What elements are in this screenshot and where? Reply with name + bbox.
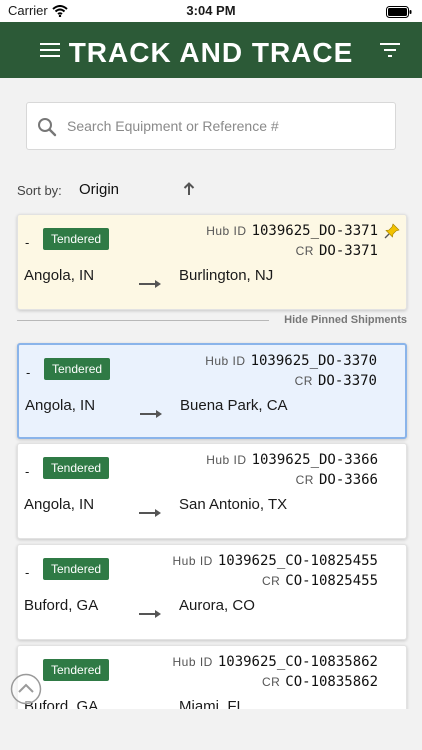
app-header: TRACK AND TRACE [0, 22, 422, 78]
hub-id-label: Hub ID [206, 453, 247, 467]
hub-id-label: Hub ID [206, 224, 247, 238]
cr-value: DO-3370 [317, 373, 377, 389]
cr-line: CR CO-10825455 [262, 572, 378, 589]
search-input[interactable] [67, 103, 387, 149]
cr-line: CR DO-3366 [296, 471, 378, 488]
hub-id-line: Hub ID 1039625_CO-10825455 [172, 552, 378, 569]
origin-city: Angola, IN [24, 267, 95, 284]
shipment-card[interactable]: - Tendered Hub ID 1039625_CO-10825455 CR C… [17, 544, 407, 640]
cr-value: DO-3366 [318, 472, 378, 488]
hub-id-line: Hub ID 1039625_DO-3366 [206, 451, 378, 468]
cr-label: CR [294, 374, 313, 388]
sort-arrow-icon[interactable] [183, 182, 195, 201]
shipment-card[interactable]: - Tendered Hub ID 1039625_DO-3366 CR DO-33… [17, 443, 407, 539]
hub-id-value: 1039625_CO-10835862 [217, 654, 378, 670]
bottom-safe-area [0, 709, 422, 750]
hub-id-value: 1039625_DO-3371 [251, 223, 378, 239]
destination-city: San Antonio, TX [179, 496, 288, 513]
search-box [26, 102, 396, 150]
status-badge: Tendered [43, 659, 110, 681]
destination-city: Aurora, CO [179, 597, 255, 614]
origin-city: Angola, IN [25, 397, 96, 414]
status-badge: Tendered [43, 457, 110, 479]
route-arrow-icon [140, 406, 164, 424]
cr-label: CR [295, 473, 314, 487]
card-dash: - [25, 235, 30, 250]
hub-id-value: 1039625_DO-3366 [251, 452, 378, 468]
origin-city: Buford, GA [24, 597, 99, 614]
hub-id-line: Hub ID 1039625_CO-10835862 [172, 653, 378, 670]
hub-id-line: Hub ID 1039625_DO-3371 [206, 222, 378, 239]
cr-line: CR DO-3371 [296, 242, 378, 259]
card-dash: - [25, 464, 30, 479]
pin-icon[interactable] [384, 223, 400, 244]
shipment-card-selected[interactable]: - Tendered Hub ID 1039625_DO-3370 CR DO-33… [17, 343, 407, 439]
hub-id-label: Hub ID [172, 655, 213, 669]
origin-city: Angola, IN [24, 496, 95, 513]
shipment-card-pinned[interactable]: - Tendered Hub ID 1039625_DO-3371 CR DO-33… [17, 214, 407, 310]
pinned-divider: Hide Pinned Shipments [17, 313, 407, 329]
destination-city: Burlington, NJ [179, 267, 274, 284]
status-time: 3:04 PM [186, 3, 236, 18]
card-dash: - [26, 365, 31, 380]
battery-icon [386, 5, 412, 23]
divider-line [17, 320, 269, 321]
status-badge: Tendered [43, 558, 110, 580]
cr-line: CR CO-10835862 [262, 673, 378, 690]
hub-id-value: 1039625_DO-3370 [250, 353, 377, 369]
hub-id-value: 1039625_CO-10825455 [217, 553, 378, 569]
hub-id-label: Hub ID [172, 554, 213, 568]
route-arrow-icon [139, 606, 163, 624]
search-icon [37, 117, 57, 142]
cr-label: CR [261, 574, 281, 588]
cr-value: CO-10825455 [285, 573, 378, 589]
destination-city: Buena Park, CA [180, 397, 288, 414]
cr-label: CR [295, 244, 314, 258]
hub-id-label: Hub ID [205, 354, 246, 368]
status-badge: Tendered [44, 358, 111, 380]
sort-dropdown[interactable]: Origin [79, 181, 119, 198]
cr-label: CR [261, 675, 281, 689]
hide-pinned-button[interactable]: Hide Pinned Shipments [284, 314, 407, 326]
route-arrow-icon [139, 276, 163, 294]
sort-label: Sort by: [17, 183, 62, 198]
cr-line: CR DO-3370 [295, 372, 377, 389]
card-dash: - [25, 565, 30, 580]
cr-value: CO-10835862 [285, 674, 378, 690]
route-arrow-icon [139, 505, 163, 523]
status-bar: Carrier 3:04 PM [0, 0, 422, 22]
scroll-top-icon[interactable] [10, 673, 42, 710]
filter-icon[interactable] [380, 42, 400, 63]
hub-id-line: Hub ID 1039625_DO-3370 [205, 352, 377, 369]
cr-value: DO-3371 [318, 243, 378, 259]
status-badge: Tendered [43, 228, 110, 250]
sort-row: Sort by: Origin [17, 180, 407, 202]
